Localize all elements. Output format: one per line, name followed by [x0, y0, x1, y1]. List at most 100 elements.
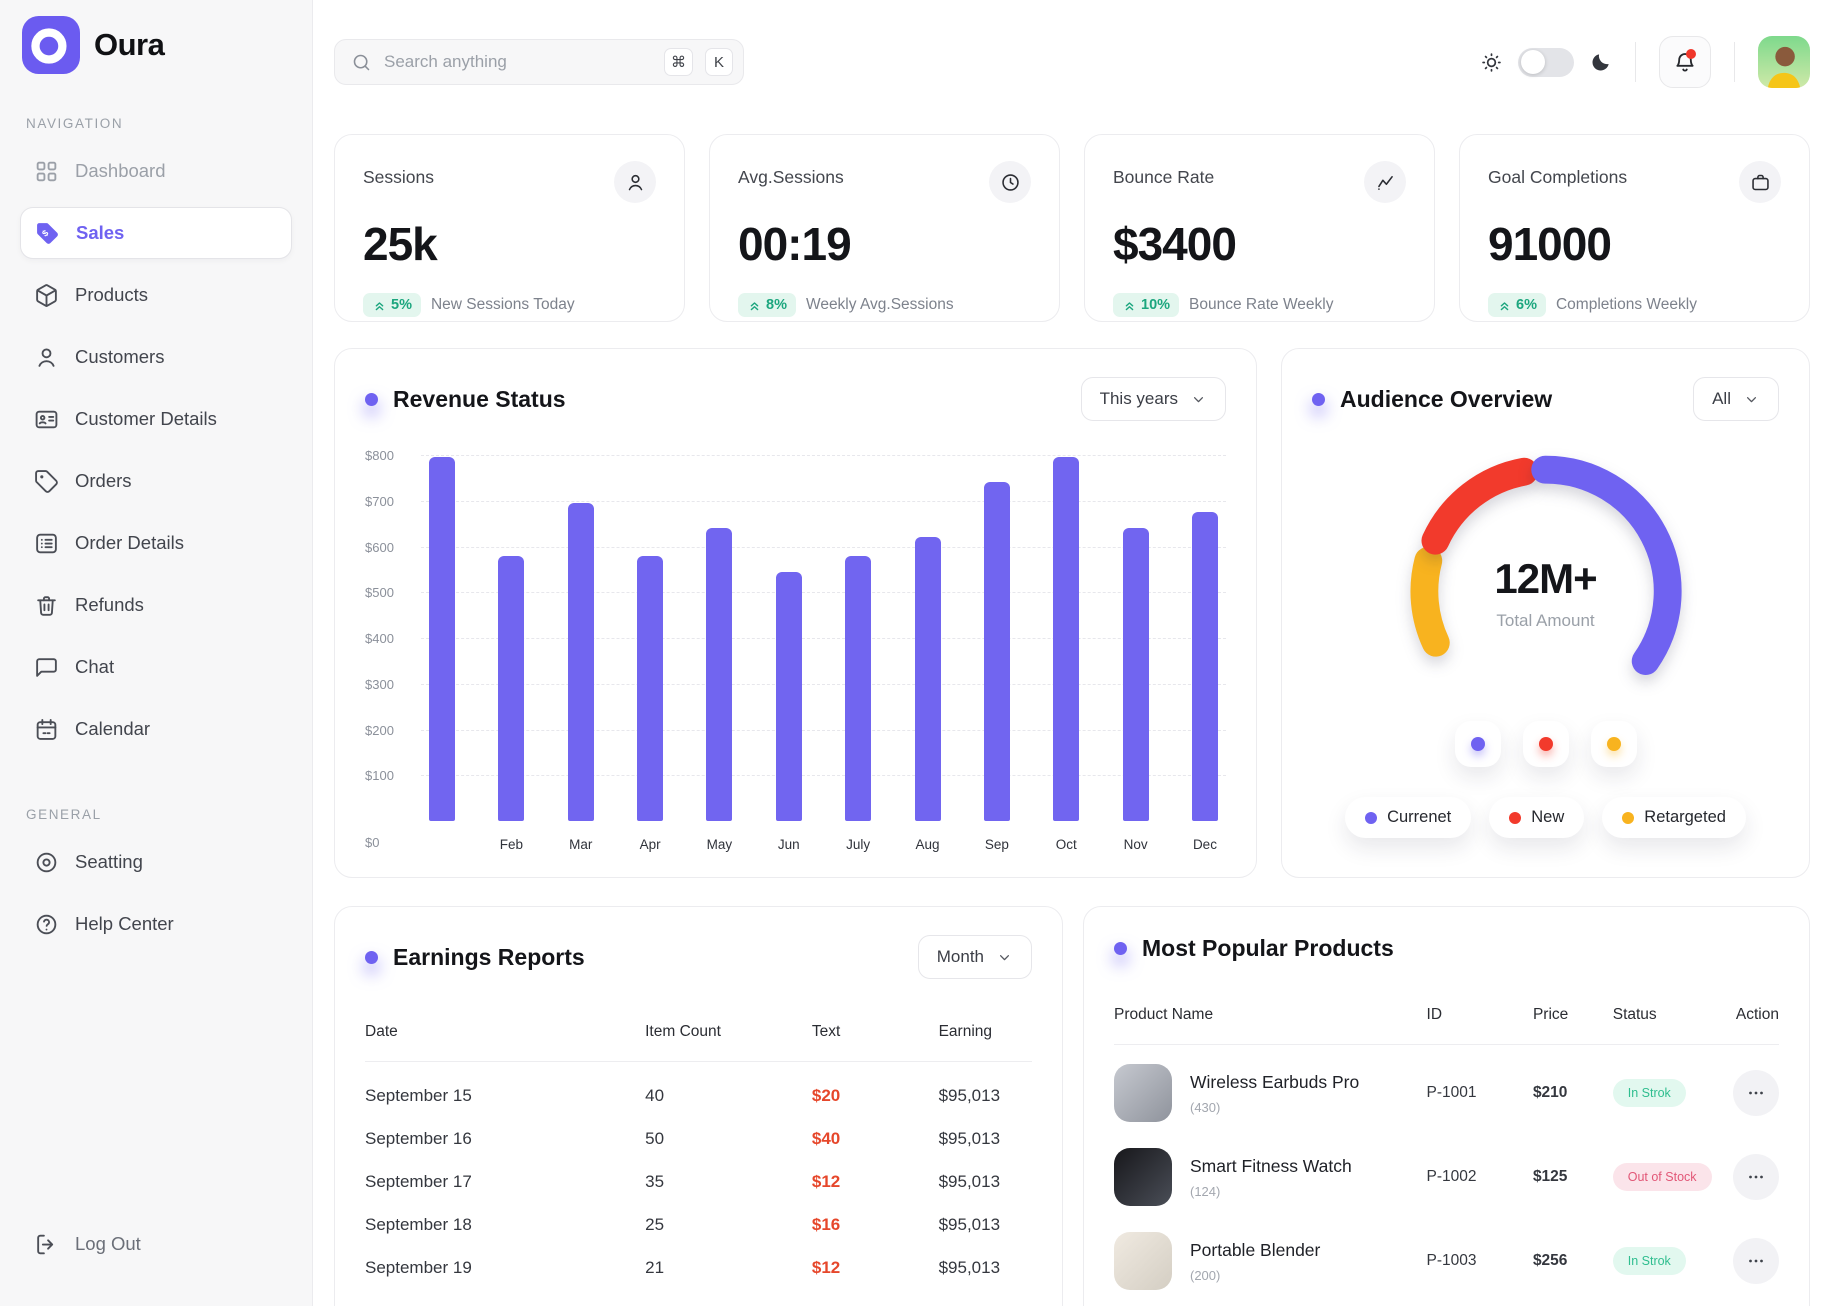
revenue-bar-chart: $800$700$600$500$400$300$200$100$0 FebMa…	[365, 455, 1226, 852]
legend-pill-new[interactable]: New	[1489, 797, 1584, 838]
notification-dot	[1686, 49, 1696, 59]
refunds-trash-icon	[34, 593, 59, 618]
products-table-body: Wireless Earbuds Pro(430)P-1001$210In St…	[1114, 1051, 1779, 1306]
earnings-text: $40	[812, 1129, 939, 1149]
bar-aug[interactable]	[915, 537, 941, 821]
sidebar-item-help-center[interactable]: Help Center	[20, 898, 292, 950]
help-circle-icon	[34, 912, 59, 937]
logout-button[interactable]: Log Out	[20, 1218, 292, 1270]
sidebar-item-label: Order Details	[75, 532, 184, 554]
chevron-down-icon	[996, 949, 1013, 966]
earnings-row: September 1921$12$95,013	[365, 1246, 1032, 1289]
sidebar-item-refunds[interactable]: Refunds	[20, 579, 292, 631]
sidebar-item-seatting[interactable]: Seatting	[20, 836, 292, 888]
sidebar-item-customer-details[interactable]: Customer Details	[20, 393, 292, 445]
chevron-down-icon	[1190, 391, 1207, 408]
bar-sep[interactable]	[984, 482, 1010, 821]
sidebar-item-label: Products	[75, 284, 148, 306]
sidebar-item-label: Help Center	[75, 913, 174, 935]
sidebar-item-label: Customers	[75, 346, 164, 368]
bar-apr[interactable]	[637, 556, 663, 821]
stat-card-avg-sessions: Avg.Sessions00:198%Weekly Avg.Sessions	[709, 134, 1060, 322]
audience-filter-dropdown[interactable]: All	[1693, 377, 1779, 421]
earnings-reports-panel: Earnings Reports Month DateItem CountTex…	[334, 906, 1063, 1306]
bar-jan[interactable]	[429, 457, 455, 821]
sidebar-item-customers[interactable]: Customers	[20, 331, 292, 383]
sidebar-item-orders[interactable]: Orders	[20, 455, 292, 507]
cmd-keycap: ⌘	[664, 48, 693, 76]
sidebar-item-chat[interactable]: Chat	[20, 641, 292, 693]
bar-dec[interactable]	[1192, 512, 1218, 821]
revenue-range-value: This years	[1100, 389, 1178, 409]
sidebar-item-sales[interactable]: $Sales	[20, 207, 292, 259]
product-price: $256	[1533, 1252, 1613, 1270]
gauge-segment-new[interactable]	[1435, 472, 1524, 541]
chart-x-axis: FebMarAprMayJunJulyAugSepOctNovDec	[421, 837, 1226, 852]
bar-oct[interactable]	[1053, 457, 1079, 821]
avg-sessions-clock-icon	[989, 161, 1031, 203]
earnings-period-value: Month	[937, 947, 984, 967]
sidebar-item-label: Seatting	[75, 851, 143, 873]
bar-jun[interactable]	[776, 572, 802, 821]
product-status-badge: In Strok	[1613, 1079, 1686, 1107]
y-axis-tick: $200	[365, 723, 394, 738]
topbar-divider	[1635, 42, 1636, 82]
panel-accent-dot	[365, 951, 378, 964]
general-section-label: GENERAL	[26, 807, 292, 822]
stat-value: 25k	[363, 217, 656, 271]
sidebar-item-label: Dashboard	[75, 160, 166, 182]
search-box: ⌘ K	[334, 39, 744, 85]
gauge-legend-dots	[1312, 721, 1779, 767]
x-axis-tick: Jun	[776, 837, 802, 852]
bounce-rate-chart-icon	[1364, 161, 1406, 203]
bar-mar[interactable]	[568, 503, 594, 821]
legend-pill-currenet[interactable]: Currenet	[1345, 797, 1471, 838]
product-actions-button[interactable]	[1733, 1238, 1779, 1284]
sidebar-item-order-details[interactable]: Order Details	[20, 517, 292, 569]
product-count: (124)	[1190, 1184, 1352, 1199]
stat-card-goal-completions: Goal Completions910006%Completions Weekl…	[1459, 134, 1810, 322]
product-actions-button[interactable]	[1733, 1070, 1779, 1116]
brand-logo[interactable]: Oura	[20, 16, 292, 74]
products-column-id: ID	[1427, 1006, 1533, 1024]
x-axis-tick: Oct	[1053, 837, 1079, 852]
sidebar-item-products[interactable]: Products	[20, 269, 292, 321]
product-name: Wireless Earbuds Pro	[1190, 1072, 1359, 1093]
oura-logo-icon	[22, 16, 80, 74]
topbar: ⌘ K	[334, 38, 1810, 86]
chart-y-axis: $800$700$600$500$400$300$200$100$0	[365, 455, 421, 821]
earnings-earning: $95,013	[939, 1172, 1032, 1192]
bar-feb[interactable]	[498, 556, 524, 821]
stat-trend-badge: 10%	[1113, 293, 1179, 317]
earnings-text: $16	[812, 1215, 939, 1235]
panel-accent-dot	[1114, 942, 1127, 955]
bar-nov[interactable]	[1123, 528, 1149, 821]
search-input[interactable]	[384, 52, 652, 72]
earnings-column-earning: Earning	[939, 1023, 1032, 1041]
theme-toggle[interactable]	[1518, 48, 1574, 77]
main-navigation: Dashboard $Sales Products Customers Customer…	[20, 145, 292, 765]
notifications-button[interactable]	[1659, 36, 1711, 88]
revenue-range-dropdown[interactable]: This years	[1081, 377, 1226, 421]
earnings-date: September 15	[365, 1086, 645, 1106]
bar-july[interactable]	[845, 556, 871, 821]
earnings-table-body: September 1540$20$95,013September 1650$4…	[365, 1074, 1032, 1289]
product-actions-button[interactable]	[1733, 1154, 1779, 1200]
logout-label: Log Out	[75, 1233, 141, 1255]
earnings-period-dropdown[interactable]: Month	[918, 935, 1032, 979]
user-avatar[interactable]	[1758, 36, 1810, 88]
bar-may[interactable]	[706, 528, 732, 821]
legend-pill-retargeted[interactable]: Retargeted	[1602, 797, 1746, 838]
product-name: Smart Fitness Watch	[1190, 1156, 1352, 1177]
revenue-panel-title: Revenue Status	[393, 386, 566, 413]
product-count: (200)	[1190, 1268, 1320, 1283]
logout-icon	[34, 1232, 59, 1257]
sidebar-item-dashboard[interactable]: Dashboard	[20, 145, 292, 197]
product-price: $125	[1533, 1168, 1613, 1186]
sidebar-item-label: Refunds	[75, 594, 144, 616]
stat-title: Bounce Rate	[1113, 161, 1214, 188]
product-status-badge: In Strok	[1613, 1247, 1686, 1275]
sidebar-item-calendar[interactable]: Calendar	[20, 703, 292, 755]
k-keycap: K	[705, 48, 733, 76]
product-thumbnail	[1114, 1148, 1172, 1206]
